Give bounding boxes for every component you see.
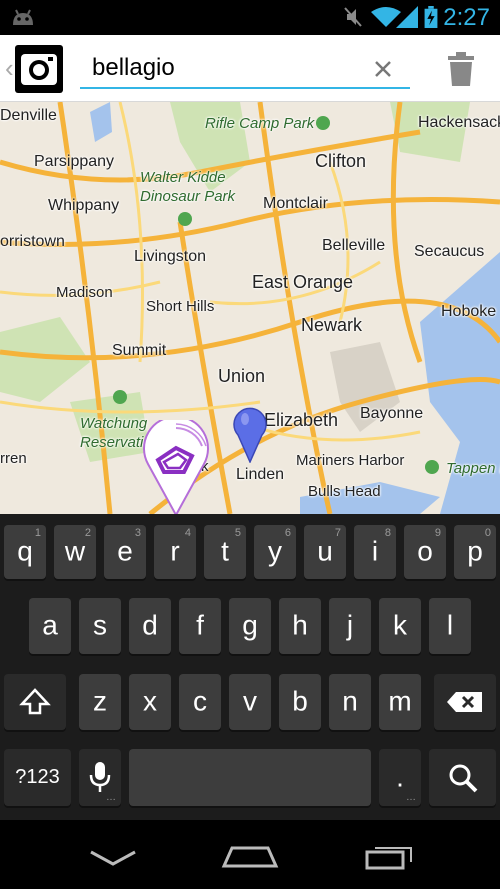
mic-key[interactable]: …	[79, 749, 121, 806]
map-pin-icon[interactable]	[232, 405, 268, 463]
battery-charging-icon	[424, 6, 438, 28]
map-label: Hackensack	[418, 114, 500, 131]
key-g[interactable]: g	[229, 598, 271, 654]
key-q[interactable]: 1q	[4, 525, 46, 579]
symbols-key[interactable]: ?123	[4, 749, 71, 806]
map-view[interactable]: Denville Rifle Camp Park Hackensack Pars…	[0, 102, 500, 514]
search-icon	[449, 764, 478, 793]
android-icon	[13, 9, 33, 25]
map-label: Parsippany	[34, 153, 115, 170]
key-e[interactable]: 3e	[104, 525, 146, 579]
status-time: 2:27	[443, 4, 490, 31]
map-label: Rifle Camp Park	[205, 115, 315, 132]
period-key[interactable]: .…	[379, 749, 421, 806]
search-key[interactable]	[429, 749, 496, 806]
map-label: Bayonne	[360, 405, 424, 422]
navigation-bar	[0, 820, 500, 889]
shift-key[interactable]	[4, 674, 66, 730]
backspace-key[interactable]	[434, 674, 496, 730]
mute-icon	[344, 7, 362, 27]
key-h[interactable]: h	[279, 598, 321, 654]
home-icon[interactable]	[220, 836, 280, 876]
map-label: Newark	[301, 315, 363, 335]
key-m[interactable]: m	[379, 674, 421, 730]
key-z[interactable]: z	[79, 674, 121, 730]
map-label: rren	[0, 450, 27, 467]
key-i[interactable]: 8i	[354, 525, 396, 579]
map-label: Bulls Head	[308, 483, 381, 500]
map-label: Elizabeth	[264, 410, 339, 430]
key-v[interactable]: v	[229, 674, 271, 730]
search-input[interactable]	[80, 49, 410, 89]
key-n[interactable]: n	[329, 674, 371, 730]
map-label: Belleville	[322, 237, 386, 254]
map-label: Montclair	[263, 195, 328, 212]
map-label: Tappen P	[446, 460, 500, 477]
key-l[interactable]: l	[429, 598, 471, 654]
key-t[interactable]: 5t	[204, 525, 246, 579]
map-label: Walter Kidde Dinosaur Park	[140, 169, 236, 205]
map-label: Mariners Harbor	[296, 452, 405, 469]
map-label: Union	[218, 366, 266, 386]
map-label: Hoboke	[441, 303, 497, 320]
key-r[interactable]: 4r	[154, 525, 196, 579]
action-bar: ‹	[0, 35, 500, 102]
map-label: Livingston	[134, 248, 207, 265]
map-label: Denville	[0, 107, 57, 124]
back-icon[interactable]	[83, 836, 143, 876]
map-label: Whippany	[48, 197, 120, 214]
map-label: Linden	[236, 466, 285, 483]
map-label: East Orange	[252, 272, 354, 292]
shift-icon	[19, 688, 51, 715]
key-x[interactable]: x	[129, 674, 171, 730]
key-a[interactable]: a	[29, 598, 71, 654]
map-label: Clifton	[315, 151, 367, 171]
soft-keyboard: 1q 2w 3e 4r 5t 6y 7u 8i 9o 0p a s d f g …	[0, 514, 500, 820]
space-key[interactable]	[129, 749, 371, 806]
microphone-icon	[89, 762, 111, 792]
camera-icon[interactable]	[15, 45, 63, 93]
key-p[interactable]: 0p	[454, 525, 496, 579]
map-label: Short Hills	[146, 298, 215, 315]
map-label: Summit	[112, 342, 167, 359]
status-bar: 2:27	[0, 0, 500, 35]
signal-icon	[396, 6, 418, 28]
location-marker-icon[interactable]	[140, 420, 212, 514]
close-icon[interactable]	[368, 54, 398, 84]
key-y[interactable]: 6y	[254, 525, 296, 579]
up-caret-icon[interactable]: ‹	[5, 53, 14, 84]
trash-icon[interactable]	[444, 50, 478, 88]
key-w[interactable]: 2w	[54, 525, 96, 579]
key-o[interactable]: 9o	[404, 525, 446, 579]
backspace-icon	[447, 692, 482, 712]
map-label: Secaucus	[414, 243, 485, 260]
key-u[interactable]: 7u	[304, 525, 346, 579]
recents-icon[interactable]	[359, 836, 419, 876]
key-k[interactable]: k	[379, 598, 421, 654]
key-j[interactable]: j	[329, 598, 371, 654]
key-c[interactable]: c	[179, 674, 221, 730]
map-label: Madison	[56, 284, 113, 301]
key-d[interactable]: d	[129, 598, 171, 654]
key-b[interactable]: b	[279, 674, 321, 730]
key-s[interactable]: s	[79, 598, 121, 654]
key-f[interactable]: f	[179, 598, 221, 654]
map-label: orristown	[0, 233, 65, 250]
